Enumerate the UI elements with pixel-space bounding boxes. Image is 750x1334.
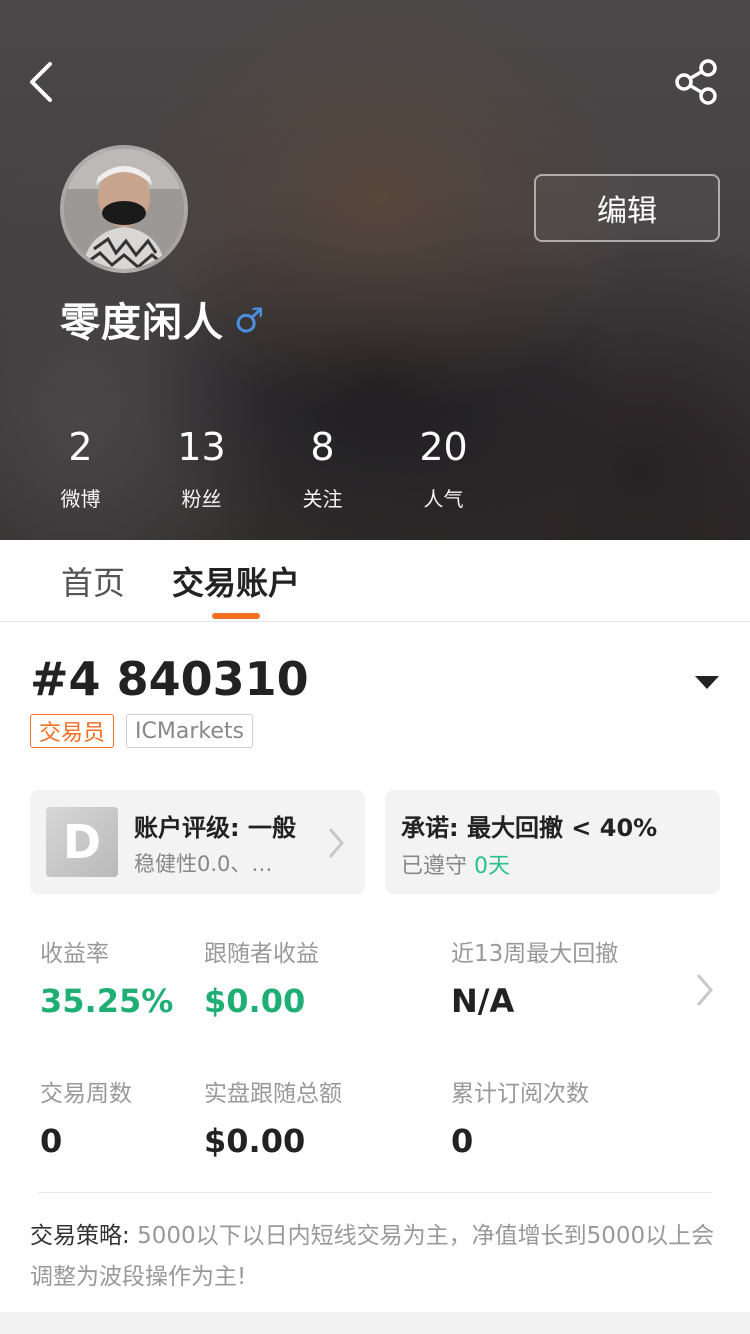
username: 零度闲人: [60, 300, 224, 346]
metric-value-max-drawdown: N/A: [451, 982, 515, 1020]
account-id: #4 840310: [30, 652, 309, 706]
avatar-image: [64, 149, 184, 269]
rating-title: 账户评级: 一般: [134, 814, 296, 842]
metric-value-follower-profit: $0.00: [204, 982, 306, 1020]
tab-bar: 首页 交易账户: [0, 540, 750, 622]
stat-following[interactable]: 8 关注: [262, 425, 383, 512]
metric-value-trading-weeks: 0: [40, 1122, 63, 1160]
metric-label-return-rate: 收益率: [40, 941, 109, 967]
divider: [38, 1192, 712, 1193]
metric-label-trading-weeks: 交易周数: [40, 1081, 132, 1107]
metric-label-max-drawdown: 近13周最大回撤: [451, 941, 619, 967]
stat-label: 关注: [302, 487, 343, 511]
share-button[interactable]: [672, 58, 720, 106]
strategy-label: 交易策略:: [30, 1223, 130, 1249]
metric-value-live-follow-total: $0.00: [204, 1122, 306, 1160]
promise-status-label: 已遵守: [401, 854, 468, 879]
promise-title: 承诺: 最大回撤 < 40%: [401, 814, 658, 842]
stat-label: 粉丝: [181, 487, 222, 511]
share-icon: [675, 59, 717, 105]
profile-page: 编辑 零度闲人 ♂ 2 微博 13 粉丝 8 关注 20 人气 首页 交易账户 …: [0, 0, 750, 1334]
promise-card[interactable]: 承诺: 最大回撤 < 40% 已遵守 0天: [385, 790, 720, 894]
broker-badge: ICMarkets: [126, 714, 253, 748]
active-tab-indicator: [212, 613, 260, 619]
edit-button-label: 编辑: [597, 194, 657, 229]
back-button[interactable]: [22, 58, 66, 106]
stat-value: 2: [68, 425, 93, 469]
edit-profile-button[interactable]: 编辑: [534, 174, 720, 242]
grade-badge: D: [46, 807, 118, 877]
stat-value: 13: [177, 425, 226, 469]
metrics-detail-button[interactable]: [694, 972, 716, 1008]
promise-days: 0天: [474, 854, 511, 879]
tab-trading-account[interactable]: 交易账户: [172, 558, 300, 604]
metric-label-subscription-count: 累计订阅次数: [451, 1081, 589, 1107]
promise-status: 已遵守 0天: [401, 848, 510, 880]
stat-popularity[interactable]: 20 人气: [383, 425, 504, 512]
chevron-left-icon: [30, 62, 52, 102]
metric-value-subscription-count: 0: [451, 1122, 474, 1160]
stat-label: 人气: [423, 487, 464, 511]
metric-label-follower-profit: 跟随者收益: [204, 941, 319, 967]
account-rating-card[interactable]: D 账户评级: 一般 稳健性0.0、…: [30, 790, 365, 894]
stat-weibo[interactable]: 2 微博: [20, 425, 141, 512]
male-gender-icon: ♂: [234, 301, 266, 341]
tab-home[interactable]: 首页: [61, 558, 125, 604]
bottom-spacer: [0, 1312, 750, 1334]
account-dropdown-button[interactable]: [693, 672, 721, 692]
trading-strategy: 交易策略: 5000以下以日内短线交易为主，净值增长到5000以上会调整为波段操…: [30, 1216, 720, 1298]
stat-followers[interactable]: 13 粉丝: [141, 425, 262, 512]
stat-value: 8: [310, 425, 335, 469]
caret-down-icon: [695, 676, 719, 689]
chevron-right-icon: [328, 828, 344, 858]
metric-label-live-follow-total: 实盘跟随总额: [204, 1081, 342, 1107]
metric-value-return-rate: 35.25%: [40, 982, 174, 1020]
stat-value: 20: [419, 425, 468, 469]
profile-header-banner: 编辑 零度闲人 ♂ 2 微博 13 粉丝 8 关注 20 人气: [0, 0, 750, 540]
chevron-right-icon: [696, 974, 713, 1006]
stat-label: 微博: [60, 487, 101, 511]
username-row: 零度闲人 ♂: [60, 290, 265, 348]
profile-stats: 2 微博 13 粉丝 8 关注 20 人气: [20, 425, 504, 512]
avatar[interactable]: [60, 145, 188, 273]
strategy-text: 5000以下以日内短线交易为主，净值增长到5000以上会调整为波段操作为主!: [30, 1223, 715, 1290]
rating-subtitle: 稳健性0.0、…: [134, 852, 273, 876]
role-badge: 交易员: [30, 714, 115, 748]
